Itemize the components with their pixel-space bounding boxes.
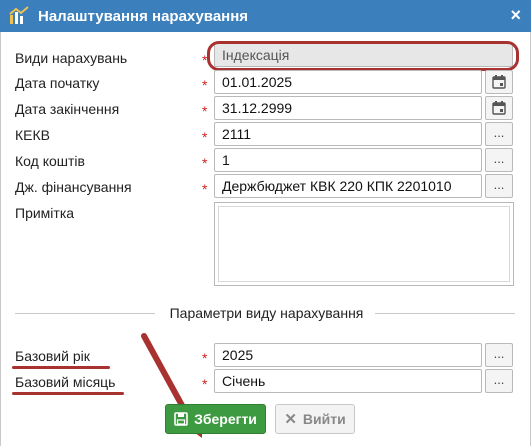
base-month-field[interactable]: Січень	[214, 369, 482, 393]
chart-logo-icon	[9, 6, 29, 24]
calendar-icon	[492, 101, 506, 115]
params-section-title: Параметри виду нарахування	[169, 305, 364, 321]
exit-button-label: Вийти	[302, 411, 346, 427]
calendar-button[interactable]	[485, 96, 513, 120]
required-mark: *	[202, 155, 208, 171]
fund-code-label: Код коштів	[15, 153, 85, 169]
required-mark: *	[202, 103, 208, 119]
exit-button[interactable]: ✕ Вийти	[275, 404, 355, 434]
note-label: Примітка	[15, 205, 75, 221]
calendar-icon	[492, 75, 506, 89]
fund-code-select-button[interactable]: ...	[485, 148, 513, 172]
base-year-label: Базовий рік	[15, 348, 90, 364]
start-date-label: Дата початку	[15, 75, 100, 91]
note-textarea[interactable]	[214, 202, 514, 286]
annotation-underline	[12, 366, 110, 369]
kekv-field[interactable]: 2111	[214, 122, 482, 146]
calendar-button[interactable]	[485, 70, 513, 94]
base-month-select-button[interactable]: ...	[485, 369, 513, 393]
required-mark: *	[202, 181, 208, 197]
save-button-label: Зберегти	[194, 411, 257, 427]
base-month-label: Базовий місяць	[15, 374, 116, 390]
accrual-type-label: Види нарахувань	[15, 50, 128, 66]
financing-source-label: Дж. фінансування	[15, 179, 132, 195]
start-date-field[interactable]: 01.01.2025	[214, 70, 482, 94]
annotation-ellipse	[207, 41, 519, 71]
floppy-disk-icon	[174, 412, 188, 426]
close-icon[interactable]: ×	[510, 5, 521, 26]
save-button[interactable]: Зберегти	[165, 404, 266, 434]
kekv-select-button[interactable]: ...	[485, 122, 513, 146]
dialog-title: Налаштування нарахування	[38, 8, 249, 25]
dialog-titlebar: Налаштування нарахування ×	[0, 0, 531, 32]
base-year-select-button[interactable]: ...	[485, 343, 513, 367]
fund-code-field[interactable]: 1	[214, 148, 482, 172]
kekv-label: КЕКВ	[15, 127, 50, 143]
base-year-field[interactable]: 2025	[214, 343, 482, 367]
end-date-label: Дата закінчення	[15, 101, 120, 117]
end-date-field[interactable]: 31.12.2999	[214, 96, 482, 120]
annotation-underline	[12, 392, 124, 395]
financing-source-field[interactable]: Держбюджет КВК 220 КПК 2201010	[214, 174, 482, 198]
dialog-body: Види нарахувань * Індексація Дата початк…	[0, 32, 531, 446]
required-mark: *	[202, 129, 208, 145]
close-x-icon: ✕	[284, 411, 297, 428]
required-mark: *	[202, 77, 208, 93]
financing-source-select-button[interactable]: ...	[485, 174, 513, 198]
